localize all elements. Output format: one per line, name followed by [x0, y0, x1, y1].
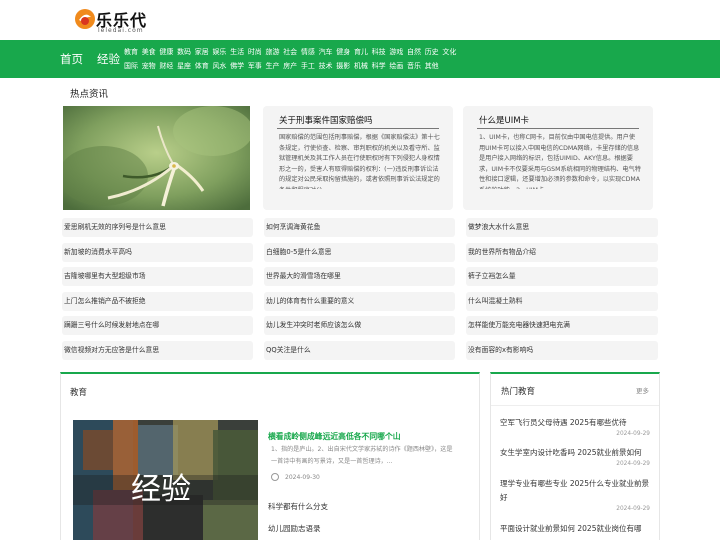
news-list-item[interactable]: 如何烹调海黄花鱼: [264, 218, 455, 237]
nav-category-link[interactable]: 生活: [230, 45, 247, 59]
nav-category-link[interactable]: 体育: [195, 59, 212, 73]
nav-category-link[interactable]: 情感: [301, 45, 318, 59]
news-list-item[interactable]: 新加坡的消费水平高吗: [62, 242, 253, 262]
category-row: 国际 宠物 财经 星座 体育 风水 佛学 军事 生产 房产 手工 技术 摄影 机械 科学 绘画 音乐 其他: [124, 59, 584, 73]
nav-category-link[interactable]: 健康: [159, 45, 176, 59]
hot-education-item[interactable]: 理学专业有哪些专业 2025什么专业就业前景好: [500, 477, 654, 505]
news-list-item[interactable]: 幼儿的体育有什么重要的意义: [264, 291, 455, 311]
nav-category-link[interactable]: 财经: [159, 59, 176, 73]
education-image[interactable]: 经验: [73, 420, 258, 540]
hot-education-item[interactable]: 平面设计就业前景如何 2025就业岗位有哪: [500, 522, 654, 536]
nav-category-link[interactable]: 健身: [336, 45, 353, 59]
hot-education-date: 2024-09-29: [616, 461, 650, 467]
card-excerpt: 1、UIM卡，也称C网卡，目前仅由中国电信提供。用户使用UIM卡可以接入中国电信…: [479, 134, 641, 189]
card-divider: [477, 128, 639, 129]
card-excerpt: 国家赔偿的范围包括刑事赔偿，根据《国家赔偿法》第十七条规定，行使侦查、检察、审判…: [279, 134, 440, 189]
logo-domain: leledai.com: [98, 27, 144, 34]
news-card[interactable]: 关于刑事案件国家赔偿吗 国家赔偿的范围包括刑事赔偿，根据《国家赔偿法》第十七条规…: [263, 106, 453, 210]
nav-category-link[interactable]: 自然: [407, 45, 424, 59]
education-link[interactable]: 幼儿园励志语录: [268, 523, 321, 534]
nav-category-link[interactable]: 历史: [425, 45, 442, 59]
logo-icon: [75, 9, 95, 29]
news-list-item[interactable]: 白细胞0-5是什么意思: [264, 242, 455, 262]
nav-category-link[interactable]: 汽车: [319, 45, 336, 59]
nav-category-link[interactable]: 科学: [372, 59, 389, 73]
nav-category-link[interactable]: 数码: [177, 45, 194, 59]
nav-category-link[interactable]: 教育: [124, 45, 141, 59]
news-list-item[interactable]: 爱思刷机无效的序列号是什么意思: [62, 218, 253, 237]
hot-education-section: 热门教育 更多 空军飞行员父母待遇 2025有哪些优待 2024-09-29 女…: [490, 372, 660, 540]
image-caption: 经验: [131, 472, 191, 507]
news-list-item[interactable]: 裤子立裆怎么量: [466, 267, 658, 287]
news-list-item[interactable]: 没有面容的x有影响吗: [466, 341, 658, 360]
nav-category-link[interactable]: 时尚: [248, 45, 265, 59]
news-list-item[interactable]: 上门怎么推销产品不被拒绝: [62, 291, 253, 311]
news-card[interactable]: 什么是UIM卡 1、UIM卡，也称C网卡，目前仅由中国电信提供。用户使用UIM卡…: [463, 106, 653, 210]
divider: [491, 405, 659, 406]
education-section: 教育 经验 横看成岭侧成峰远近高低各不同哪个山 1、指的是庐山。2、出自宋代文学…: [60, 372, 480, 540]
hot-education-title: 热门教育: [501, 387, 536, 397]
news-list-item[interactable]: 蹒跚三号什么时候发射地点在哪: [62, 316, 253, 336]
category-row: 教育 美食 健康 数码 家居 娱乐 生活 时尚 旅游 社会 情感 汽车 健身 育儿 科技 游戏 自然 历史 文化: [124, 45, 584, 59]
nav-category-link[interactable]: 摄影: [336, 59, 353, 73]
hot-news-title: 热点资讯: [70, 89, 109, 100]
nav-category-link[interactable]: 国际: [124, 59, 141, 73]
flower-image: [63, 106, 250, 210]
education-title: 教育: [70, 388, 88, 398]
hot-education-item[interactable]: 空军飞行员父母待遇 2025有哪些优待: [500, 416, 654, 430]
header: 乐乐代 leledai.com: [0, 0, 720, 40]
nav-category-link[interactable]: 家居: [195, 45, 212, 59]
featured-article-date: 2024-09-30: [285, 474, 320, 481]
news-list-item[interactable]: 微信视频对方无应答是什么意思: [62, 341, 253, 360]
nav-category-link[interactable]: 机械: [354, 59, 371, 73]
nav-experience[interactable]: 经验: [97, 51, 120, 67]
nav-category-link[interactable]: 旅游: [266, 45, 283, 59]
nav-category-link[interactable]: 育儿: [354, 45, 371, 59]
site-logo[interactable]: 乐乐代 leledai.com: [74, 6, 164, 36]
news-list-item[interactable]: 幼儿发生冲突时老师应该怎么做: [264, 316, 455, 336]
nav-home[interactable]: 首页: [60, 51, 83, 67]
nav-category-link[interactable]: 风水: [212, 59, 229, 73]
news-list-item[interactable]: QQ关注是什么: [264, 341, 455, 360]
nav-category-link[interactable]: 科技: [372, 45, 389, 59]
nav-category-link[interactable]: 文化: [442, 45, 459, 59]
hot-education-item[interactable]: 女生学室内设计吃香吗 2025就业前景如何: [500, 446, 654, 460]
nav-category-link[interactable]: 星座: [177, 59, 194, 73]
news-list-item[interactable]: 世界最大的滑雪场在哪里: [264, 267, 455, 287]
card-divider: [277, 128, 439, 129]
news-list-item[interactable]: 吉隆坡哪里有大型超级市场: [62, 267, 253, 287]
news-list-item[interactable]: 做梦浪大水什么意思: [466, 218, 658, 237]
news-list-item[interactable]: 我的世界所有物品介绍: [466, 242, 658, 262]
clock-icon: [271, 473, 279, 481]
featured-article-title[interactable]: 横看成岭侧成峰远近高低各不同哪个山: [268, 431, 401, 442]
more-link[interactable]: 更多: [636, 385, 649, 395]
card-title[interactable]: 什么是UIM卡: [479, 114, 529, 126]
nav-category-link[interactable]: 房产: [283, 59, 300, 73]
nav-category-link[interactable]: 手工: [301, 59, 318, 73]
nav-category-link[interactable]: 美食: [142, 45, 159, 59]
hot-education-date: 2024-09-29: [616, 431, 650, 437]
nav-category-link[interactable]: 其他: [425, 59, 442, 73]
main-nav: 首页 经验 教育 美食 健康 数码 家居 娱乐 生活 时尚 旅游 社会 情感 汽车 健身 育儿 科技 游戏 自然…: [0, 40, 720, 78]
nav-category-link[interactable]: 游戏: [389, 45, 406, 59]
nav-category-link[interactable]: 技术: [319, 59, 336, 73]
nav-category-link[interactable]: 娱乐: [212, 45, 229, 59]
nav-category-link[interactable]: 绘画: [389, 59, 406, 73]
nav-category-link[interactable]: 佛学: [230, 59, 247, 73]
nav-category-link[interactable]: 军事: [248, 59, 265, 73]
news-list-item[interactable]: 怎样能使万能充电器快速把电充满: [466, 316, 658, 336]
featured-article-excerpt: 1、指的是庐山。2、出自宋代文学家苏轼的诗作《题西林壁》，这是一首诗中有画的写景…: [271, 446, 453, 465]
nav-category-link[interactable]: 宠物: [142, 59, 159, 73]
nav-category-link[interactable]: 社会: [283, 45, 300, 59]
category-grid: 教育 美食 健康 数码 家居 娱乐 生活 时尚 旅游 社会 情感 汽车 健身 育儿 科技 游戏 自然 历史 文化 国…: [124, 45, 584, 73]
education-link[interactable]: 科学都有什么分支: [268, 501, 328, 512]
hero-image[interactable]: [63, 106, 250, 210]
nav-category-link[interactable]: 音乐: [407, 59, 424, 73]
hot-education-date: 2024-09-29: [616, 506, 650, 512]
news-list-item[interactable]: 什么叫混凝土熟料: [466, 291, 658, 311]
card-title[interactable]: 关于刑事案件国家赔偿吗: [279, 114, 373, 126]
nav-category-link[interactable]: 生产: [266, 59, 283, 73]
